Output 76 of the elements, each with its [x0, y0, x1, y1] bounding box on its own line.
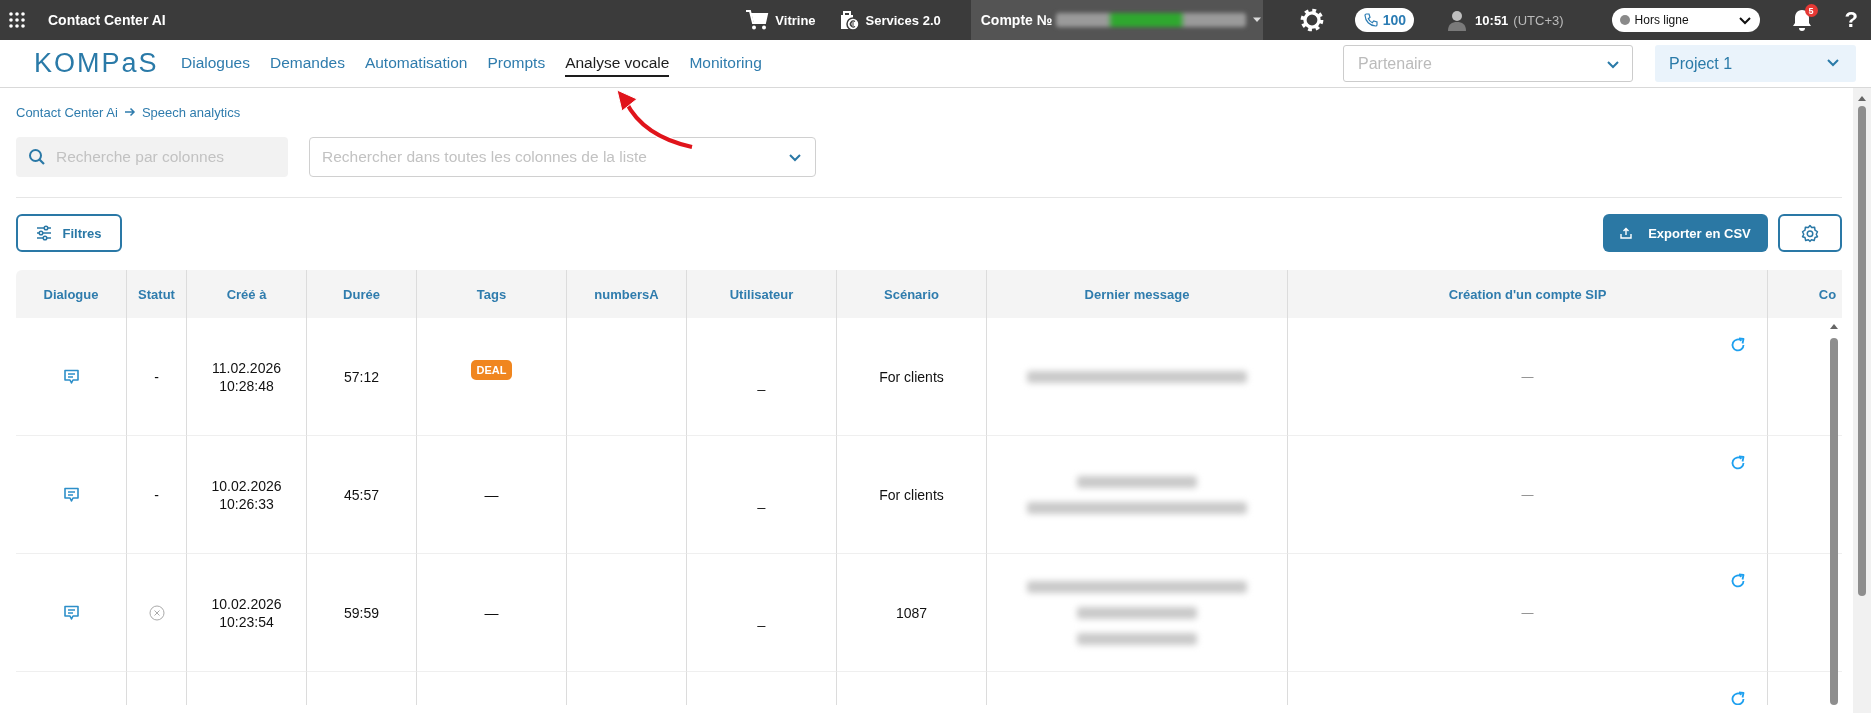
column-search-select[interactable]: Rechercher dans toutes les colonnes de la liste — [309, 137, 816, 177]
column-header[interactable]: Tags — [417, 270, 567, 318]
table-cell: 45:57 — [307, 436, 417, 554]
column-header[interactable]: Création d'un compte SIP — [1288, 270, 1768, 318]
nav-tab[interactable]: Monitoring — [689, 50, 762, 77]
account-label: Compte № — [980, 12, 1053, 28]
table-cell-text: 11.02.2026 10:28:48 — [211, 358, 282, 395]
table-cell: For clients — [879, 486, 944, 503]
table-cell: _ — [757, 492, 766, 509]
column-header[interactable]: Statut — [127, 270, 187, 318]
filters-button[interactable]: Filtres — [16, 214, 122, 252]
bell-icon[interactable] — [1790, 8, 1813, 32]
upload-icon — [1620, 227, 1633, 239]
column-header[interactable]: numbersA — [567, 270, 687, 318]
table-cell: — — [484, 486, 499, 503]
user-avatar-icon[interactable] — [1447, 9, 1468, 31]
status-dropdown[interactable]: Hors ligne — [1611, 8, 1760, 32]
calls-counter[interactable]: 100 — [1354, 8, 1415, 32]
column-header[interactable]: Créé à — [187, 270, 307, 318]
search-icon — [28, 148, 46, 166]
column-header[interactable]: Utilisateur — [687, 270, 837, 318]
table-cell: For clients — [879, 368, 944, 385]
settings-icon — [1800, 223, 1820, 243]
export-csv-button[interactable]: Exporter en CSV — [1603, 214, 1768, 252]
refresh-icon[interactable] — [1729, 336, 1747, 354]
table-cell: 59:59 — [307, 554, 417, 672]
arrow-right-icon — [123, 107, 136, 117]
table-cell: - — [127, 318, 187, 436]
table-cell: _ — [757, 610, 766, 627]
column-header[interactable]: Dialogue — [16, 270, 127, 318]
x-circle-icon — [148, 604, 165, 621]
refresh-icon[interactable] — [1729, 454, 1747, 472]
caret-icon — [1252, 17, 1263, 23]
notification-badge: 5 — [1804, 4, 1818, 17]
table-cell-text: 10.02.2026 10:23:54 — [210, 594, 283, 631]
help-icon[interactable]: ? — [1844, 7, 1858, 33]
settings-button[interactable] — [1778, 214, 1842, 252]
column-header[interactable]: Dernier message — [987, 270, 1288, 318]
clock-time: 10:51 — [1475, 12, 1509, 28]
table-cell: — — [1521, 369, 1534, 384]
cart-icon — [745, 9, 770, 31]
breadcrumb-link[interactable]: Contact Center Ai — [16, 104, 118, 120]
kompas-logo: KOMPaS — [34, 48, 158, 79]
timezone: (UTC+3) — [1513, 12, 1564, 28]
column-header[interactable]: Durée — [307, 270, 417, 318]
table-cell: 57:12 — [307, 318, 417, 436]
table-cell: 1087 — [895, 604, 928, 621]
column-header[interactable]: Co — [1768, 270, 1842, 318]
column-header[interactable]: Scénario — [837, 270, 987, 318]
nav-tab[interactable]: Prompts — [487, 50, 546, 77]
account-selector[interactable]: Compte № — [970, 0, 1263, 40]
table-cell: _ — [757, 374, 766, 391]
table-cell: — — [1521, 605, 1534, 620]
tag-badge: DEAL — [470, 359, 513, 380]
nav-tab[interactable]: Automatisation — [364, 50, 468, 77]
nav-tab[interactable]: Demandes — [269, 50, 345, 77]
topbar-link[interactable]: Vitrine — [745, 9, 816, 31]
apps-grid-icon[interactable] — [8, 11, 26, 29]
chat-icon[interactable] — [62, 604, 80, 621]
project-select[interactable]: Project 1 — [1655, 45, 1856, 82]
phone-icon — [1362, 12, 1379, 28]
app-title: Contact Center AI — [48, 12, 166, 28]
table-cell-text: 10.02.2026 10:26:33 — [210, 476, 283, 513]
chat-icon[interactable] — [62, 368, 80, 385]
nav-tab[interactable]: Dialogues — [181, 50, 250, 77]
topbar-link[interactable]: Services 2.0 — [837, 9, 941, 31]
settings-icon[interactable] — [1298, 7, 1325, 33]
table-cell: — — [484, 604, 499, 621]
breadcrumb-link[interactable]: Speech analytics — [141, 104, 241, 120]
table-cell: - — [127, 436, 187, 554]
table-cell: — — [1521, 487, 1534, 502]
sliders-icon — [36, 225, 53, 241]
refresh-icon[interactable] — [1729, 690, 1747, 705]
refresh-icon[interactable] — [1729, 572, 1747, 590]
nav-tab[interactable]: Analyse vocale — [565, 50, 670, 77]
chat-icon[interactable] — [62, 486, 80, 503]
